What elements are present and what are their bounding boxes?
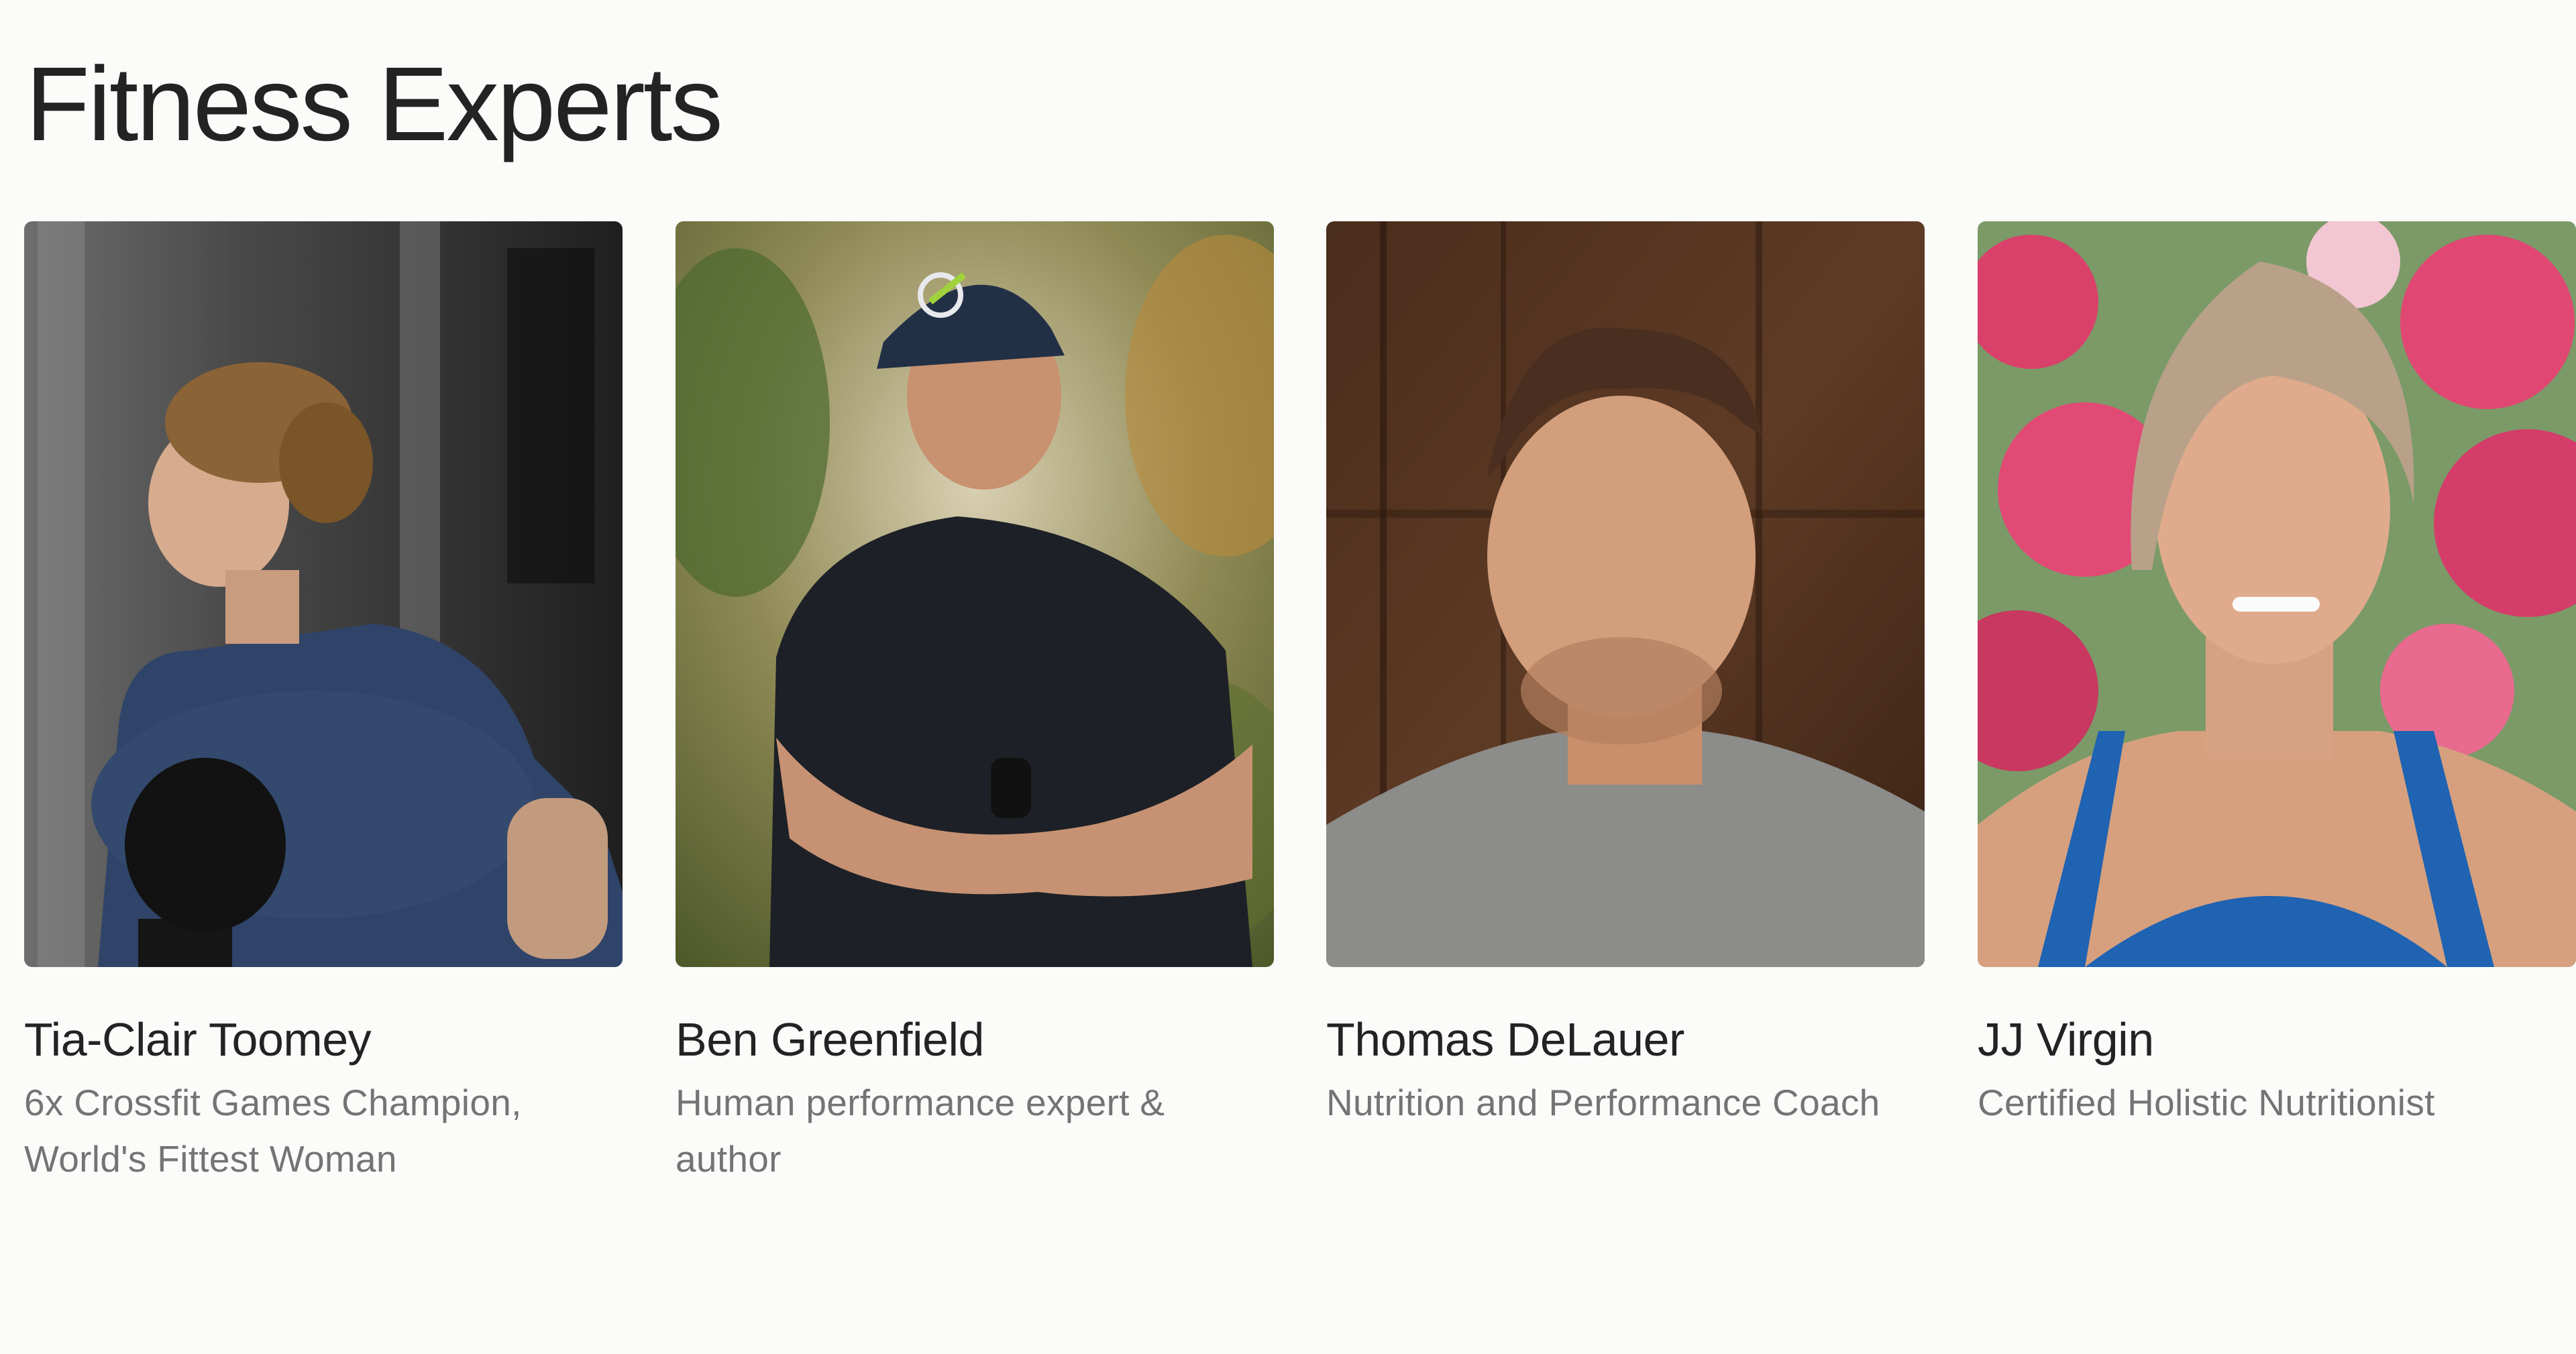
expert-card[interactable]: Ben Greenfield Human performance expert … — [676, 221, 1274, 1207]
portrait-photo-icon — [676, 221, 1274, 967]
experts-grid: Tia-Clair Toomey 6x Crossfit Games Champ… — [0, 0, 2576, 1354]
expert-card[interactable]: Thomas DeLauer Nutrition and Performance… — [1326, 221, 1925, 1207]
expert-role: Nutrition and Performance Coach — [1326, 1082, 1880, 1123]
portrait-photo-icon — [24, 221, 623, 967]
expert-name[interactable]: Ben Greenfield — [676, 1011, 984, 1068]
expert-photo[interactable] — [676, 221, 1274, 967]
expert-card[interactable]: Tia-Clair Toomey 6x Crossfit Games Champ… — [24, 221, 623, 1207]
expert-role: Certified Holistic Nutritionist — [1978, 1082, 2435, 1123]
expert-photo[interactable] — [1326, 221, 1925, 967]
portrait-photo-icon — [1978, 221, 2576, 967]
expert-photo[interactable] — [24, 221, 623, 967]
expert-name[interactable]: Thomas DeLauer — [1326, 1011, 1684, 1068]
expert-card[interactable]: JJ Virgin Certified Holistic Nutritionis… — [1978, 221, 2576, 1207]
expert-photo[interactable] — [1978, 221, 2576, 967]
expert-role: 6x Crossfit Games Champion, World's Fitt… — [24, 1082, 522, 1180]
expert-name[interactable]: Tia-Clair Toomey — [24, 1011, 372, 1068]
expert-role: Human performance expert & author — [676, 1082, 1165, 1180]
expert-name[interactable]: JJ Virgin — [1978, 1011, 2154, 1068]
portrait-photo-icon — [1326, 221, 1925, 967]
